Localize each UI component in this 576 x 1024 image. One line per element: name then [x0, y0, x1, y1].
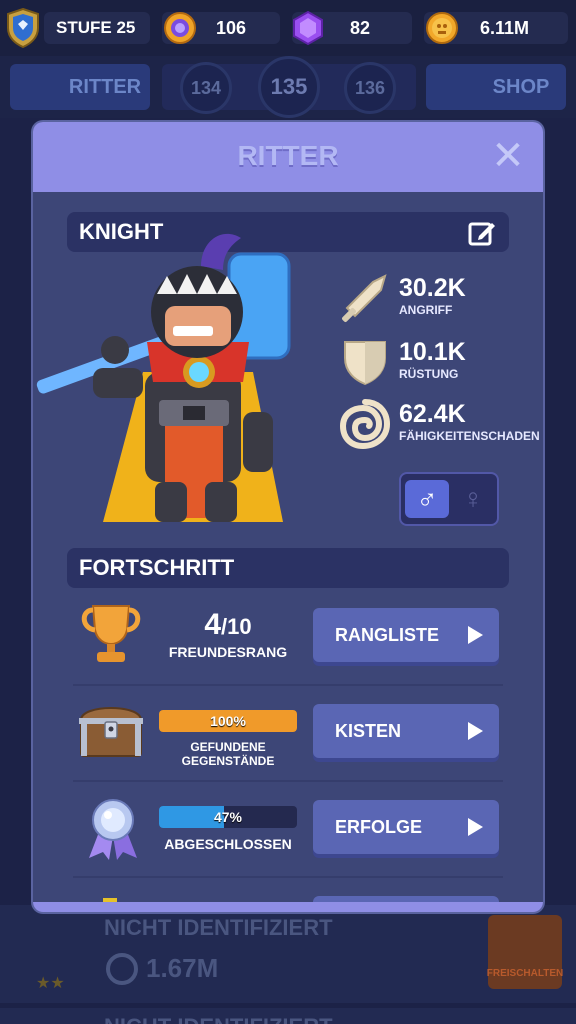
- bg-row-1-stars: ★★: [36, 975, 65, 992]
- level-prev[interactable]: 134: [180, 62, 232, 114]
- gender-female-button[interactable]: ♀: [451, 480, 495, 518]
- modal-title: RITTER: [237, 140, 339, 171]
- coins-value: 6.11M: [480, 17, 530, 38]
- bg-row-2[interactable]: NICHT IDENTIFIZIERT: [0, 1008, 576, 1024]
- play-arrow-icon: [468, 722, 483, 740]
- achievements-progress-text: 47%: [213, 809, 243, 825]
- chests-button[interactable]: KISTEN: [313, 704, 499, 758]
- stat-skill-damage: 62.4K FÄHIGKEITENSCHADEN: [399, 400, 540, 443]
- achievements-caption: ABGESCHLOSSEN: [164, 836, 292, 852]
- female-icon: ♀: [462, 483, 484, 514]
- bg-row-1[interactable]: NICHT IDENTIFIZIERT 1.67M FREISCHALTEN ★…: [0, 905, 576, 1003]
- male-icon: ♂: [416, 483, 438, 514]
- medal-icon: [83, 796, 143, 862]
- friend-rank-total: /10: [221, 614, 252, 639]
- chests-label: KISTEN: [335, 721, 402, 741]
- level-current-label: 135: [270, 74, 308, 99]
- chests-progress-text: 100%: [210, 713, 246, 729]
- gems-value: 106: [216, 17, 247, 38]
- progress-title: FORTSCHRITT: [79, 555, 235, 580]
- shield-icon: [341, 336, 389, 386]
- friend-rank-current: 4: [204, 608, 222, 641]
- tab-shop-label: SHOP: [492, 75, 550, 98]
- skill-swirl-icon: [339, 398, 391, 450]
- play-arrow-icon: [468, 626, 483, 644]
- friend-rank-caption: FREUNDESRANG: [168, 644, 288, 660]
- tab-heroes[interactable]: RITTER: [10, 64, 150, 110]
- top-bar: STUFE 25 106 82 6.11M: [0, 0, 576, 56]
- chests-progress: 100%: [159, 710, 297, 732]
- stat-armor: 10.1K RÜSTUNG: [399, 338, 466, 381]
- level-current[interactable]: 135: [258, 56, 320, 118]
- crystal-icon: [290, 10, 326, 46]
- stat-armor-label: RÜSTUNG: [399, 367, 459, 381]
- stat-skill-damage-value: 62.4K: [399, 400, 466, 428]
- play-arrow-icon: [468, 818, 483, 836]
- modal-header: RITTER ✕: [33, 122, 543, 192]
- gender-male-button[interactable]: ♂: [405, 480, 449, 518]
- stat-attack: 30.2K ANGRIFF: [399, 274, 466, 317]
- tab-shop[interactable]: SHOP: [426, 64, 566, 110]
- close-icon: ✕: [491, 134, 525, 178]
- bg-row-2-title: NICHT IDENTIFIZIERT: [104, 1014, 333, 1024]
- achievements-label: ERFOLGE: [335, 817, 423, 837]
- row-divider: [73, 780, 503, 782]
- tab-heroes-label: RITTER: [68, 75, 142, 98]
- achievements-button[interactable]: ERFOLGE: [313, 800, 499, 854]
- leaderboard-button[interactable]: RANGLISTE: [313, 608, 499, 662]
- achievements-progress: 47%: [159, 806, 297, 828]
- trophy-icon: [79, 600, 143, 666]
- coin-icon: [424, 10, 460, 46]
- bg-unlock-button[interactable]: FREISCHALTEN: [486, 915, 564, 989]
- hero-portrait: [33, 222, 323, 532]
- hero-modal: RITTER ✕ KNIGHT 30.2K ANGRIFF 10.1K RÜST…: [33, 122, 543, 912]
- stat-attack-label: ANGRIFF: [399, 303, 453, 317]
- modal-bottom-edge: [33, 902, 543, 912]
- row-divider: [73, 684, 503, 686]
- level-label: STUFE 25: [56, 18, 136, 37]
- close-button[interactable]: ✕: [487, 136, 529, 178]
- progress-bar-header: FORTSCHRITT: [67, 548, 509, 588]
- edit-icon[interactable]: [467, 218, 497, 248]
- level-next[interactable]: 136: [344, 62, 396, 114]
- stat-armor-value: 10.1K: [399, 338, 466, 366]
- level-pill: STUFE 25: [44, 12, 150, 44]
- sword-icon: [337, 272, 391, 326]
- bg-row-1-value: 1.67M: [146, 953, 219, 983]
- bg-skill-icon: [106, 953, 138, 985]
- level-next-label: 136: [354, 77, 386, 98]
- leaderboard-label: RANGLISTE: [335, 625, 440, 645]
- rank-shield-icon[interactable]: [6, 7, 40, 49]
- bg-row-1-title: NICHT IDENTIFIZIERT: [104, 915, 333, 940]
- level-prev-label: 134: [190, 77, 222, 98]
- row-divider: [73, 876, 503, 878]
- gem-ring-icon: [162, 10, 198, 46]
- friend-rank-value: 4/10: [159, 608, 297, 642]
- chests-caption: GEFUNDENE GEGENSTÄNDE: [181, 740, 275, 768]
- gender-toggle: ♂ ♀: [399, 472, 499, 526]
- stat-attack-value: 30.2K: [399, 274, 466, 302]
- bg-unlock-label: FREISCHALTEN: [486, 968, 564, 979]
- chest-icon: [75, 696, 147, 764]
- crystals-value: 82: [350, 17, 371, 38]
- stat-skill-damage-label: FÄHIGKEITENSCHADEN: [399, 429, 540, 443]
